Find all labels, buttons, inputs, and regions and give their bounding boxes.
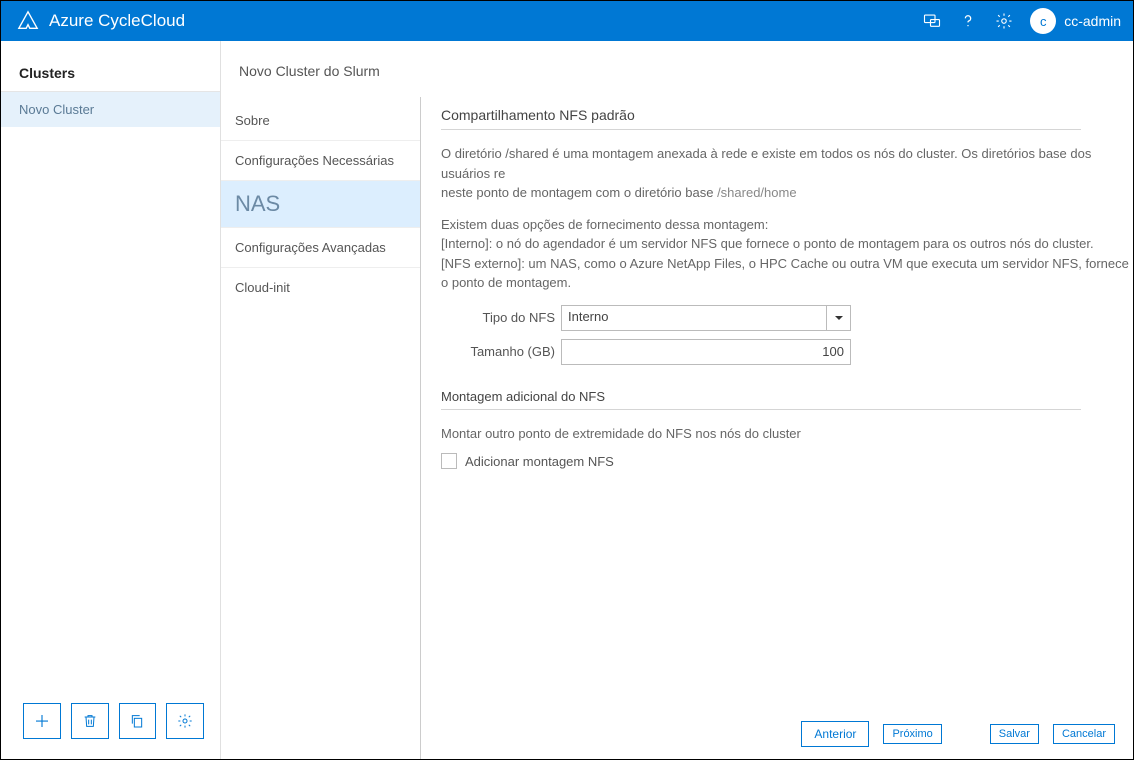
brand[interactable]: Azure CycleCloud bbox=[17, 10, 185, 32]
text: neste ponto de montagem com o diretório … bbox=[441, 185, 717, 200]
nfs-extra-desc: Montar outro ponto de extremidade do NFS… bbox=[441, 424, 1133, 444]
brand-logo-icon bbox=[17, 10, 39, 32]
page-title: Novo Cluster do Slurm bbox=[221, 59, 1133, 97]
step-nas[interactable]: NAS bbox=[221, 181, 420, 228]
settings-icon[interactable] bbox=[986, 1, 1022, 41]
nfs-desc-1: O diretório /shared é uma montagem anexa… bbox=[441, 144, 1133, 203]
step-cloud-init[interactable]: Cloud-init bbox=[221, 268, 420, 307]
nfs-size-row: Tamanho (GB) bbox=[441, 339, 1133, 365]
delete-button[interactable] bbox=[71, 703, 109, 739]
step-label: Configurações Avançadas bbox=[235, 240, 386, 255]
save-button[interactable]: Salvar bbox=[990, 724, 1039, 744]
nfs-type-value: Interno bbox=[562, 306, 826, 330]
step-label: Sobre bbox=[235, 113, 270, 128]
nfs-desc-2: Existem duas opções de fornecimento dess… bbox=[441, 215, 1133, 293]
step-label: NAS bbox=[235, 191, 280, 216]
text: O diretório /shared é uma montagem anexa… bbox=[441, 146, 1091, 181]
prev-button[interactable]: Anterior bbox=[801, 721, 869, 747]
content: Novo Cluster do Slurm Sobre Configuraçõe… bbox=[221, 41, 1133, 759]
add-button[interactable] bbox=[23, 703, 61, 739]
chevron-down-icon[interactable] bbox=[826, 306, 850, 330]
wizard-steps: Sobre Configurações Necessárias NAS Conf… bbox=[221, 97, 421, 759]
nfs-size-input[interactable] bbox=[561, 339, 851, 365]
settings-button[interactable] bbox=[166, 703, 204, 739]
text: [NFS externo]: um NAS, como o Azure NetA… bbox=[441, 256, 1129, 291]
sidebar-actions bbox=[1, 703, 220, 751]
nfs-section-title: Compartilhamento NFS padrão bbox=[441, 107, 1081, 130]
copy-button[interactable] bbox=[119, 703, 157, 739]
next-button[interactable]: Próximo bbox=[883, 724, 941, 744]
sidebar-item-novo-cluster[interactable]: Novo Cluster bbox=[1, 92, 220, 127]
brand-text: Azure CycleCloud bbox=[49, 11, 185, 31]
avatar-initial: c bbox=[1040, 14, 1047, 29]
step-label: Cloud-init bbox=[235, 280, 290, 295]
sidebar-title: Clusters bbox=[1, 59, 220, 92]
avatar: c bbox=[1030, 8, 1056, 34]
step-sobre[interactable]: Sobre bbox=[221, 101, 420, 141]
cancel-button[interactable]: Cancelar bbox=[1053, 724, 1115, 744]
username: cc-admin bbox=[1064, 13, 1121, 29]
add-nfs-mount-checkbox[interactable] bbox=[441, 453, 457, 469]
sidebar-item-label: Novo Cluster bbox=[19, 102, 94, 117]
user-menu[interactable]: c cc-admin bbox=[1030, 8, 1121, 34]
nfs-size-label: Tamanho (GB) bbox=[441, 344, 561, 359]
feedback-icon[interactable] bbox=[914, 1, 950, 41]
nfs-type-row: Tipo do NFS Interno bbox=[441, 305, 1133, 331]
sidebar: Clusters Novo Cluster bbox=[1, 41, 221, 759]
nfs-type-select[interactable]: Interno bbox=[561, 305, 851, 331]
wizard-footer: Anterior Próximo Salvar Cancelar bbox=[801, 721, 1115, 747]
nfs-type-label: Tipo do NFS bbox=[441, 310, 561, 325]
add-nfs-mount-label: Adicionar montagem NFS bbox=[465, 454, 614, 469]
step-label: Configurações Necessárias bbox=[235, 153, 394, 168]
add-nfs-mount-row: Adicionar montagem NFS bbox=[441, 453, 1133, 469]
form-area: Compartilhamento NFS padrão O diretório … bbox=[421, 97, 1133, 759]
help-icon[interactable] bbox=[950, 1, 986, 41]
step-configuracoes-avancadas[interactable]: Configurações Avançadas bbox=[221, 228, 420, 268]
nfs-extra-section-title: Montagem adicional do NFS bbox=[441, 389, 1081, 410]
step-configuracoes-necessarias[interactable]: Configurações Necessárias bbox=[221, 141, 420, 181]
text: /shared/home bbox=[717, 185, 797, 200]
text: Existem duas opções de fornecimento dess… bbox=[441, 217, 768, 232]
app-header: Azure CycleCloud c cc-admin bbox=[1, 1, 1133, 41]
text: [Interno]: o nó do agendador é um servid… bbox=[441, 236, 1094, 251]
